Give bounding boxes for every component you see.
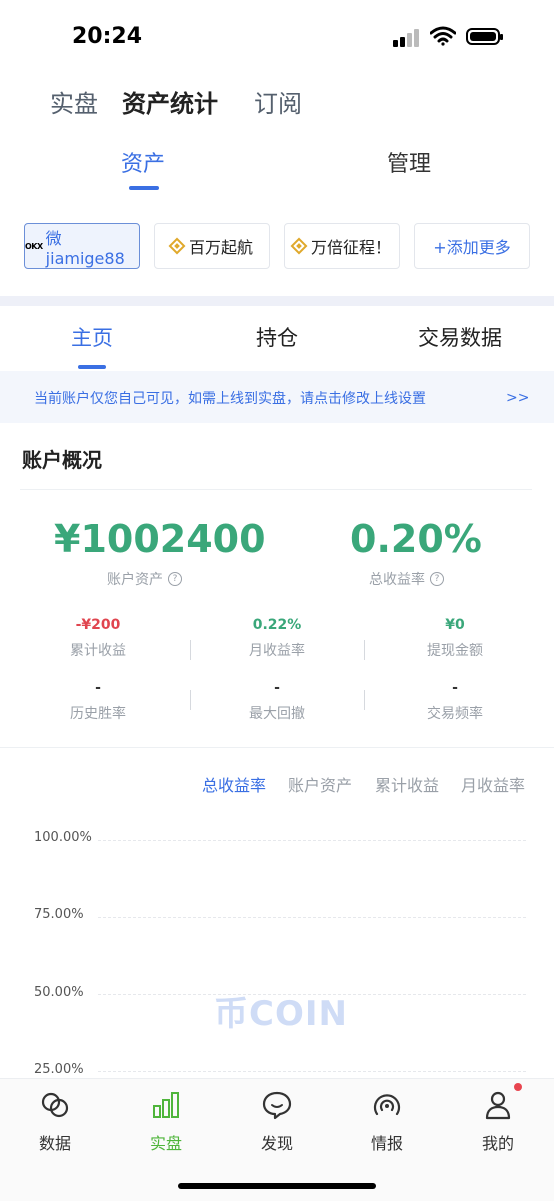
monthly-return-value: 0.22% bbox=[252, 617, 302, 633]
nav-discover[interactable]: 发现 bbox=[237, 1090, 317, 1154]
data-icon bbox=[41, 1092, 69, 1118]
cumulative-profit-value: -¥200 bbox=[75, 617, 121, 633]
max-drawdown-label: 最大回撤 bbox=[249, 706, 305, 722]
nav-data[interactable]: 数据 bbox=[15, 1090, 95, 1154]
add-more-label: +添加更多 bbox=[433, 238, 511, 257]
nav-label: 情报 bbox=[370, 1134, 403, 1153]
account-chip-label: 百万起航 bbox=[188, 238, 253, 257]
withdrawal-value: ¥0 bbox=[445, 617, 465, 633]
grid-line bbox=[98, 1071, 526, 1072]
chart-tab-total-return[interactable]: 总收益率 bbox=[202, 772, 266, 796]
grid-line bbox=[98, 917, 526, 918]
chat-bubble-icon bbox=[262, 1091, 292, 1120]
chart-tab-assets[interactable]: 账户资产 bbox=[288, 772, 352, 796]
total-assets-label-text: 账户资产 bbox=[107, 572, 163, 588]
trade-frequency-value: - bbox=[452, 680, 458, 696]
notice-text: 当前账户仅您自己可见，如需上线到实盘，请点击修改上线设置 bbox=[34, 391, 426, 407]
account-chip-label: 微jiamige88 bbox=[45, 228, 125, 268]
monthly-return-label: 月收益率 bbox=[249, 643, 305, 659]
nav-real[interactable]: 实盘 bbox=[126, 1090, 206, 1154]
total-return-value: 0.20% bbox=[350, 517, 482, 561]
y-tick-label: 100.00% bbox=[34, 830, 92, 845]
nav-asset-stats[interactable]: 资产统计 bbox=[122, 84, 218, 119]
max-drawdown-value: - bbox=[274, 680, 280, 696]
tab-assets-underline bbox=[129, 186, 159, 190]
total-assets-label: 账户资产 ? bbox=[107, 569, 182, 589]
cumulative-profit-label: 累计收益 bbox=[70, 643, 126, 659]
nav-intel[interactable]: 情报 bbox=[347, 1090, 427, 1154]
tab-trade-data[interactable]: 交易数据 bbox=[418, 322, 502, 352]
battery-icon bbox=[466, 28, 503, 45]
total-assets-value: ¥1002400 bbox=[54, 517, 266, 561]
radar-icon bbox=[373, 1094, 401, 1116]
help-icon[interactable]: ? bbox=[430, 572, 444, 586]
nav-mine[interactable]: 我的 bbox=[458, 1090, 538, 1154]
okx-logo: OKX bbox=[25, 241, 43, 251]
help-icon[interactable]: ? bbox=[168, 572, 182, 586]
wifi-icon bbox=[430, 26, 456, 46]
trade-frequency-label: 交易频率 bbox=[427, 706, 483, 722]
account-chip-okx[interactable]: OKX 微jiamige88 bbox=[24, 223, 140, 269]
chart-tab-cumulative[interactable]: 累计收益 bbox=[375, 772, 439, 796]
win-rate-value: - bbox=[95, 680, 101, 696]
cellular-signal-icon bbox=[393, 29, 423, 47]
tab-positions[interactable]: 持仓 bbox=[256, 322, 298, 352]
account-chip-label: 万倍征程！ bbox=[310, 238, 391, 257]
y-tick-label: 25.00% bbox=[34, 1062, 84, 1077]
chart-bars-icon bbox=[153, 1092, 179, 1118]
y-tick-label: 75.00% bbox=[34, 907, 84, 922]
withdrawal-label: 提现金额 bbox=[427, 643, 483, 659]
nav-label: 发现 bbox=[260, 1134, 293, 1153]
user-icon bbox=[485, 1091, 511, 1120]
y-tick-label: 50.00% bbox=[34, 985, 84, 1000]
tab-home[interactable]: 主页 bbox=[71, 322, 113, 352]
tab-assets[interactable]: 资产 bbox=[121, 146, 165, 178]
total-return-label: 总收益率 ? bbox=[369, 569, 444, 589]
notice-arrow-icon[interactable]: >> bbox=[506, 390, 529, 406]
notification-badge bbox=[514, 1083, 522, 1091]
overview-title: 账户概况 bbox=[22, 448, 102, 472]
section-divider bbox=[0, 747, 554, 748]
section-divider bbox=[0, 296, 554, 306]
total-return-label-text: 总收益率 bbox=[369, 572, 425, 588]
nav-subscribe[interactable]: 订阅 bbox=[254, 84, 302, 119]
tab-manage[interactable]: 管理 bbox=[387, 146, 431, 178]
nav-label: 实盘 bbox=[149, 1134, 182, 1153]
watermark-logo: 币COIN bbox=[214, 994, 348, 1034]
account-chip-binance-1[interactable]: 百万起航 bbox=[154, 223, 270, 269]
binance-icon bbox=[168, 237, 186, 255]
nav-label: 数据 bbox=[38, 1134, 71, 1153]
binance-icon bbox=[290, 237, 308, 255]
nav-real-trading[interactable]: 实盘 bbox=[50, 84, 98, 119]
nav-label: 我的 bbox=[481, 1134, 514, 1153]
win-rate-label: 历史胜率 bbox=[70, 706, 126, 722]
overview-divider bbox=[20, 489, 532, 490]
chart-tab-monthly[interactable]: 月收益率 bbox=[461, 772, 525, 796]
add-more-button[interactable]: +添加更多 bbox=[414, 223, 530, 269]
status-time: 20:24 bbox=[72, 24, 143, 49]
home-indicator[interactable] bbox=[178, 1183, 376, 1189]
account-chip-binance-2[interactable]: 万倍征程！ bbox=[284, 223, 400, 269]
tab-home-underline bbox=[78, 365, 106, 369]
grid-line bbox=[98, 840, 526, 841]
